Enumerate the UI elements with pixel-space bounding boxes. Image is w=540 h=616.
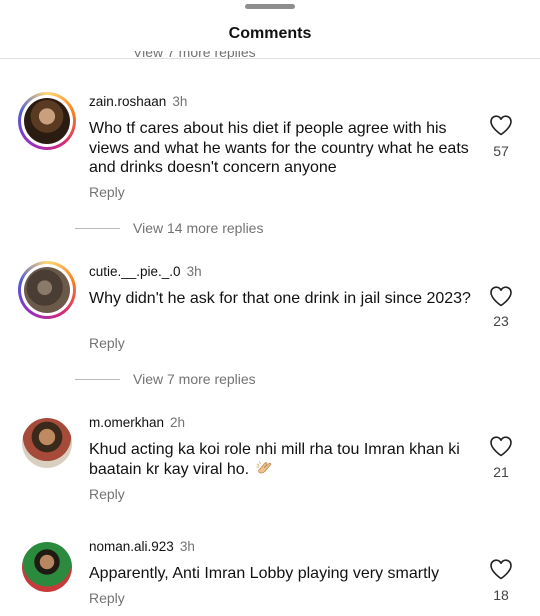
comment-time: 3h xyxy=(172,94,188,109)
view-more-replies[interactable]: View 7 more replies xyxy=(75,371,375,387)
reply-button[interactable]: Reply xyxy=(89,335,125,351)
like-count: 21 xyxy=(493,464,509,480)
avatar[interactable] xyxy=(22,542,72,592)
comment-text: Khud acting ka koi role nhi mill rha tou… xyxy=(89,440,474,479)
comment-time: 3h xyxy=(186,264,202,279)
comment-time: 2h xyxy=(170,415,186,430)
avatar[interactable] xyxy=(18,92,76,150)
username[interactable]: noman.ali.923 xyxy=(89,539,174,554)
replies-divider-line xyxy=(75,379,120,380)
reply-button[interactable]: Reply xyxy=(89,486,125,502)
replies-divider-line xyxy=(75,228,120,229)
heart-icon[interactable] xyxy=(489,435,513,457)
comments-sheet: Comments View 7 more replies zain.roshaa… xyxy=(0,0,540,616)
heart-icon[interactable] xyxy=(489,285,513,307)
username[interactable]: cutie.__.pie._.0 xyxy=(89,264,181,279)
avatar-image xyxy=(24,98,70,144)
like-count: 23 xyxy=(493,313,509,329)
comment-author[interactable]: zain.roshaan 3h xyxy=(89,94,187,109)
view-more-replies-cut[interactable]: View 7 more replies xyxy=(133,51,256,59)
heart-icon[interactable] xyxy=(489,558,513,580)
view-more-replies[interactable]: View 14 more replies xyxy=(75,220,375,236)
clapping-hands-icon xyxy=(255,460,271,473)
avatar-image xyxy=(24,267,70,313)
sheet-title: Comments xyxy=(228,25,312,42)
comment-text: Apparently, Anti Imran Lobby playing ver… xyxy=(89,565,440,582)
comment-text-content: Khud acting ka koi role nhi mill rha tou… xyxy=(89,441,460,478)
view-more-replies-label[interactable]: View 7 more replies xyxy=(133,371,256,387)
like-count: 18 xyxy=(493,587,509,603)
like-count: 57 xyxy=(493,143,509,159)
comment-text: Who tf cares about his diet if people ag… xyxy=(89,120,469,176)
view-more-replies-label[interactable]: View 14 more replies xyxy=(133,220,263,236)
header-divider xyxy=(0,58,540,59)
comment-time: 3h xyxy=(179,539,195,554)
comment-author[interactable]: m.omerkhan 2h xyxy=(89,415,185,430)
drag-handle[interactable] xyxy=(245,4,295,9)
username[interactable]: m.omerkhan xyxy=(89,415,164,430)
reply-button[interactable]: Reply xyxy=(89,184,125,200)
reply-button[interactable]: Reply xyxy=(89,590,125,606)
avatar[interactable] xyxy=(18,261,76,319)
username[interactable]: zain.roshaan xyxy=(89,94,166,109)
avatar[interactable] xyxy=(22,418,72,468)
comment-text: Why didn't he ask for that one drink in … xyxy=(89,290,471,307)
comment-author[interactable]: cutie.__.pie._.0 3h xyxy=(89,264,202,279)
heart-icon[interactable] xyxy=(489,114,513,136)
comment-author[interactable]: noman.ali.923 3h xyxy=(89,539,195,554)
